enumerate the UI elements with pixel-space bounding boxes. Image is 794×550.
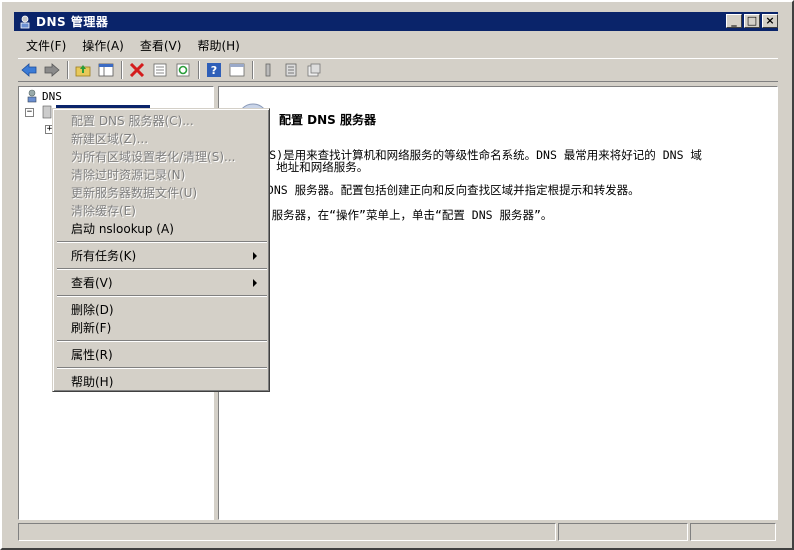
properties-icon[interactable] bbox=[149, 60, 171, 80]
cm-separator bbox=[57, 295, 267, 297]
console-icon[interactable] bbox=[226, 60, 248, 80]
tree-root-dns[interactable]: DNS bbox=[25, 88, 62, 104]
context-menu: 配置 DNS 服务器(C)... 新建区域(Z)... 为所有区域设置老化/清理… bbox=[52, 108, 270, 392]
submenu-arrow-icon bbox=[253, 252, 257, 260]
cm-all-tasks-label: 所有任务(K) bbox=[71, 249, 137, 263]
delete-icon[interactable] bbox=[126, 60, 148, 80]
title-bar[interactable]: DNS 管理器 _ □ × bbox=[14, 12, 778, 31]
tree-root-label: DNS bbox=[42, 89, 62, 103]
menu-bar: 文件(F) 操作(A) 查看(V) 帮助(H) bbox=[18, 35, 778, 55]
menu-help[interactable]: 帮助(H) bbox=[189, 37, 247, 54]
cm-delete[interactable]: 删除(D) bbox=[71, 301, 265, 319]
submenu-arrow-icon bbox=[253, 279, 257, 287]
cm-separator bbox=[57, 340, 267, 342]
server-icon[interactable] bbox=[257, 60, 279, 80]
svg-text:?: ? bbox=[211, 64, 217, 77]
cm-help[interactable]: 帮助(H) bbox=[71, 373, 265, 391]
cm-view-label: 查看(V) bbox=[71, 276, 113, 290]
cm-launch-nslookup[interactable]: 启动 nslookup (A) bbox=[71, 220, 265, 238]
cm-separator bbox=[57, 367, 267, 369]
list-icon[interactable] bbox=[280, 60, 302, 80]
content-pane: 配置 DNS 服务器 统(DNS)是用来查找计算机和网络服务的等级性命名系统。D… bbox=[218, 86, 778, 520]
cm-refresh[interactable]: 刷新(F) bbox=[71, 319, 265, 337]
help-icon[interactable]: ? bbox=[203, 60, 225, 80]
forward-icon[interactable] bbox=[41, 60, 63, 80]
cm-update-server-data-files[interactable]: 更新服务器数据文件(U) bbox=[71, 184, 265, 202]
minimize-button[interactable]: _ bbox=[726, 14, 742, 28]
up-folder-icon[interactable] bbox=[72, 60, 94, 80]
refresh-icon[interactable] bbox=[172, 60, 194, 80]
show-tree-icon[interactable] bbox=[95, 60, 117, 80]
content-paragraph-3: DNS 服务器，在“操作”菜单上，单击“配置 DNS 服务器”。 bbox=[237, 208, 553, 222]
toolbar-separator bbox=[67, 61, 69, 79]
cm-set-aging-scavenging[interactable]: 为所有区域设置老化/清理(S)... bbox=[71, 148, 265, 166]
status-bar bbox=[18, 523, 778, 541]
collapse-expander[interactable]: − bbox=[25, 107, 34, 117]
content-paragraph-2: 置此 DNS 服务器。配置包括创建正向和反向查找区域并指定根提示和转发器。 bbox=[237, 183, 640, 197]
dns-manager-app-icon bbox=[18, 15, 32, 29]
toolbar: ? bbox=[18, 58, 778, 82]
status-cell-secondary bbox=[558, 523, 688, 541]
cm-new-zone[interactable]: 新建区域(Z)... bbox=[71, 130, 265, 148]
menu-view[interactable]: 查看(V) bbox=[132, 37, 190, 54]
cm-properties[interactable]: 属性(R) bbox=[71, 346, 265, 364]
toolbar-separator bbox=[252, 61, 254, 79]
cm-configure-dns-server[interactable]: 配置 DNS 服务器(C)... bbox=[71, 112, 265, 130]
cm-clear-cache[interactable]: 清除缓存(E) bbox=[71, 202, 265, 220]
maximize-button[interactable]: □ bbox=[744, 14, 760, 28]
window-title: DNS 管理器 bbox=[36, 15, 109, 29]
cm-view[interactable]: 查看(V) bbox=[71, 274, 265, 292]
menu-file[interactable]: 文件(F) bbox=[18, 37, 74, 54]
status-cell-tertiary bbox=[690, 523, 776, 541]
content-title: 配置 DNS 服务器 bbox=[279, 113, 377, 127]
menu-action[interactable]: 操作(A) bbox=[74, 37, 132, 54]
export-icon[interactable] bbox=[303, 60, 325, 80]
back-icon[interactable] bbox=[18, 60, 40, 80]
cm-separator bbox=[57, 241, 267, 243]
cm-all-tasks[interactable]: 所有任务(K) bbox=[71, 247, 265, 265]
cm-scavenge-stale-records[interactable]: 清除过时资源记录(N) bbox=[71, 166, 265, 184]
close-button[interactable]: × bbox=[762, 14, 778, 28]
dns-root-icon bbox=[25, 89, 39, 103]
toolbar-separator bbox=[121, 61, 123, 79]
cm-separator bbox=[57, 268, 267, 270]
toolbar-separator bbox=[198, 61, 200, 79]
status-cell-main bbox=[18, 523, 556, 541]
